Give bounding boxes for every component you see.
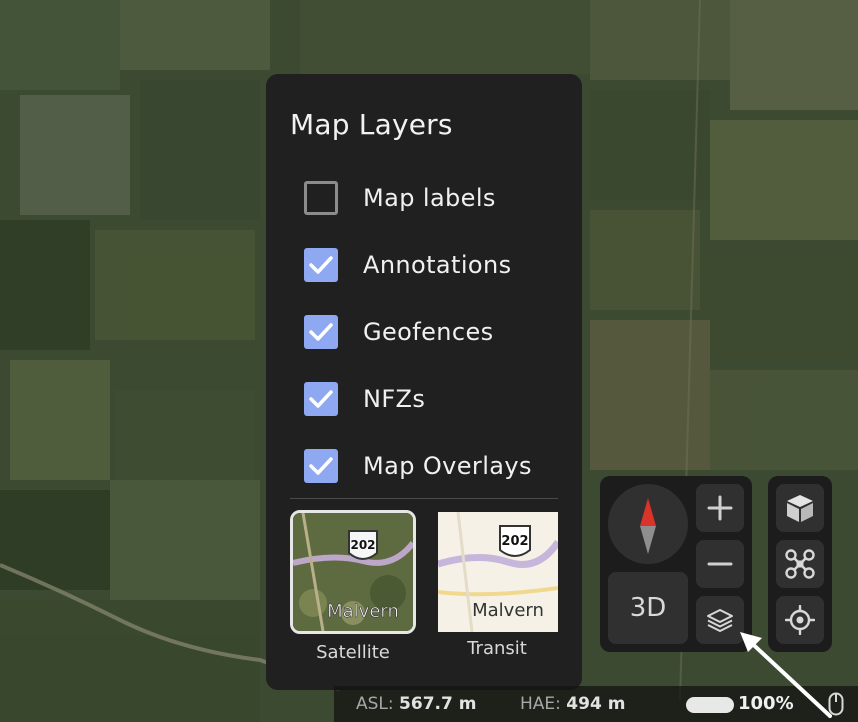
layer-label: Map labels (363, 184, 496, 212)
layers-icon (707, 609, 733, 632)
map-layers-panel: Map Layers Map labels Annotations Geofen… (266, 74, 582, 690)
locate-button[interactable] (776, 596, 824, 644)
layer-geofences[interactable]: Geofences (304, 314, 564, 350)
view-controls (768, 476, 832, 652)
3d-mode-button[interactable]: 3D (608, 572, 688, 644)
basemap-label-transit: Transit (467, 638, 527, 659)
layer-label: Geofences (363, 318, 494, 346)
zoom-out-icon (707, 562, 733, 566)
layer-map-overlays[interactable]: Map Overlays (304, 448, 564, 484)
zoom-out-button[interactable] (696, 540, 744, 588)
hae-value: 494 m (566, 694, 626, 714)
basemap-label-satellite: Satellite (316, 642, 390, 663)
map-controls: 3D (600, 476, 752, 652)
compass-icon[interactable] (608, 484, 688, 564)
map-overlays-checkbox[interactable] (304, 449, 338, 483)
check-icon (309, 390, 333, 408)
layer-nfzs[interactable]: NFZs (304, 381, 564, 417)
compass-needle (640, 498, 656, 554)
layer-label: Map Overlays (363, 452, 532, 480)
check-icon (309, 256, 333, 274)
panel-title: Map Layers (290, 108, 453, 141)
route-shield-label: 202 (350, 538, 375, 552)
basemap-satellite[interactable]: 202 Malvern (290, 510, 416, 634)
status-bar: ASL: 567.7 m HAE: 494 m 100% (334, 686, 858, 722)
mouse-icon (828, 692, 844, 716)
drone-view-button[interactable] (776, 540, 824, 588)
check-icon (309, 323, 333, 341)
drone-icon (785, 549, 815, 579)
zoom-level: 100% (738, 693, 794, 714)
hae-label: HAE: (520, 694, 561, 714)
zoom-in-icon (707, 495, 733, 521)
layer-label: Annotations (363, 251, 512, 279)
layer-map-labels[interactable]: Map labels (304, 180, 564, 216)
hae-readout: HAE: 494 m (520, 694, 625, 714)
nfzs-checkbox[interactable] (304, 382, 338, 416)
geofences-checkbox[interactable] (304, 315, 338, 349)
asl-readout: ASL: 567.7 m (356, 694, 476, 714)
layer-label: NFZs (363, 385, 426, 413)
zoom-in-button[interactable] (696, 484, 744, 532)
layers-button[interactable] (696, 596, 744, 644)
divider (290, 498, 558, 499)
town-label: Malvern (327, 601, 399, 622)
annotations-checkbox[interactable] (304, 248, 338, 282)
town-label: Malvern (472, 600, 544, 621)
transit-thumbnail: 202 Malvern (438, 512, 558, 632)
route-shield-label: 202 (501, 534, 528, 549)
satellite-thumbnail: 202 Malvern (293, 513, 413, 631)
cube-icon (787, 495, 813, 522)
basemap-transit[interactable]: 202 Malvern (438, 512, 558, 632)
asl-value: 567.7 m (399, 694, 477, 714)
check-icon (309, 457, 333, 475)
locate-icon (785, 605, 815, 635)
layer-annotations[interactable]: Annotations (304, 247, 564, 283)
asl-label: ASL: (356, 694, 394, 714)
map-labels-checkbox[interactable] (304, 181, 338, 215)
3d-label: 3D (629, 593, 667, 623)
3d-view-button[interactable] (776, 484, 824, 532)
battery-icon (686, 697, 734, 713)
